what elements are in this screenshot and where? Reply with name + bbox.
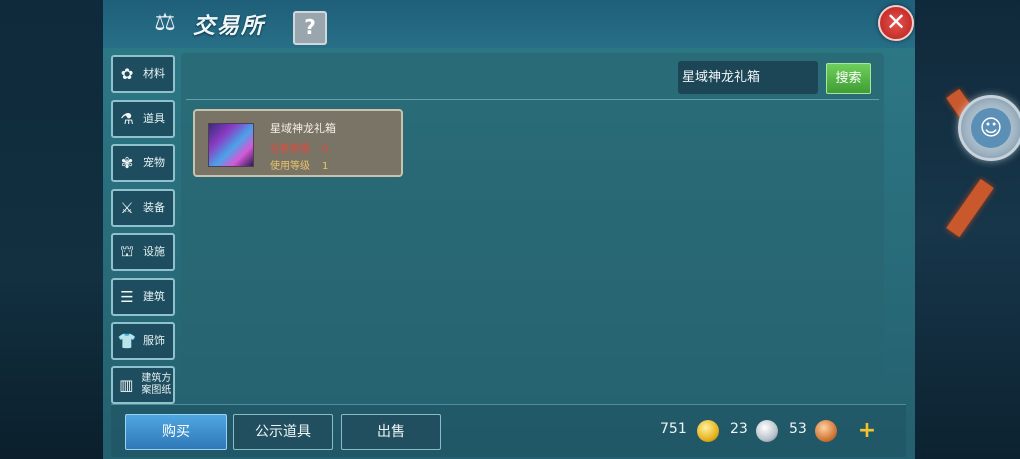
gold-coin-icon xyxy=(697,420,719,442)
content-panel xyxy=(181,53,884,400)
category-label: 宠物 xyxy=(143,156,165,169)
category-facilities[interactable]: ⛫ 设施 xyxy=(111,233,175,271)
sword-icon: ⚔ xyxy=(120,199,134,217)
category-props[interactable]: ⚗ 道具 xyxy=(111,100,175,138)
category-pets[interactable]: ✾ 宠物 xyxy=(111,144,175,182)
item-level: 使用等级 1 xyxy=(270,157,328,172)
category-blueprints[interactable]: ▥ 建筑方案图纸 xyxy=(111,366,175,404)
buy-button[interactable]: 购买 xyxy=(125,414,227,450)
silver-count: 23 xyxy=(730,421,748,437)
public-items-button[interactable]: 公示道具 xyxy=(233,414,333,450)
category-label: 装备 xyxy=(143,201,165,214)
category-label: 建筑方案图纸 xyxy=(141,373,172,396)
level-value: 1 xyxy=(322,161,329,172)
gold-count: 751 xyxy=(660,421,687,437)
blueprint-icon: ▥ xyxy=(119,376,134,394)
balance-scale-icon: ⚖ xyxy=(154,8,176,36)
close-button[interactable]: ✕ xyxy=(878,5,914,41)
bottom-bar xyxy=(111,404,906,457)
materials-icon: ✿ xyxy=(120,65,134,83)
category-label: 服饰 xyxy=(143,334,165,347)
level-label: 使用等级 xyxy=(270,161,310,172)
background-left xyxy=(0,0,103,459)
title-bar: ⚖ 交易所 ? xyxy=(103,0,915,48)
on-sale-label: 在售数量 xyxy=(270,144,310,155)
sell-button[interactable]: 出售 xyxy=(341,414,441,450)
penguin-icon: ☺ xyxy=(971,108,1011,148)
page-title: 交易所 xyxy=(193,14,266,39)
item-on-sale: 在售数量 0 xyxy=(270,140,328,155)
paw-icon: ✾ xyxy=(120,154,134,172)
category-clothing[interactable]: 👕 服饰 xyxy=(111,322,175,360)
clothing-icon: 👕 xyxy=(117,332,137,350)
category-label: 道具 xyxy=(143,112,165,125)
facility-icon: ⛫ xyxy=(120,242,134,260)
category-materials[interactable]: ✿ 材料 xyxy=(111,55,175,93)
avatar[interactable]: ☺ xyxy=(958,95,1020,161)
category-buildings[interactable]: ☰ 建筑 xyxy=(111,278,175,316)
item-card[interactable]: 星域神龙礼箱 在售数量 0 使用等级 1 xyxy=(193,109,403,177)
on-sale-value: 0 xyxy=(322,144,329,155)
bronze-count: 53 xyxy=(789,421,807,437)
gift-box-icon xyxy=(208,123,254,167)
building-icon: ☰ xyxy=(120,288,134,306)
category-label: 设施 xyxy=(143,245,165,258)
add-currency-button[interactable]: + xyxy=(856,420,878,442)
divider xyxy=(186,99,879,100)
category-label: 建筑 xyxy=(143,290,165,303)
silver-coin-icon xyxy=(756,420,778,442)
category-equipment[interactable]: ⚔ 装备 xyxy=(111,189,175,227)
help-button[interactable]: ? xyxy=(293,11,327,45)
bronze-coin-icon xyxy=(815,420,837,442)
item-name: 星域神龙礼箱 xyxy=(270,122,336,135)
category-label: 材料 xyxy=(143,67,165,80)
search-button[interactable]: 搜索 xyxy=(826,63,871,94)
flask-icon: ⚗ xyxy=(120,110,134,128)
search-input[interactable]: 星域神龙礼箱 xyxy=(678,61,818,94)
